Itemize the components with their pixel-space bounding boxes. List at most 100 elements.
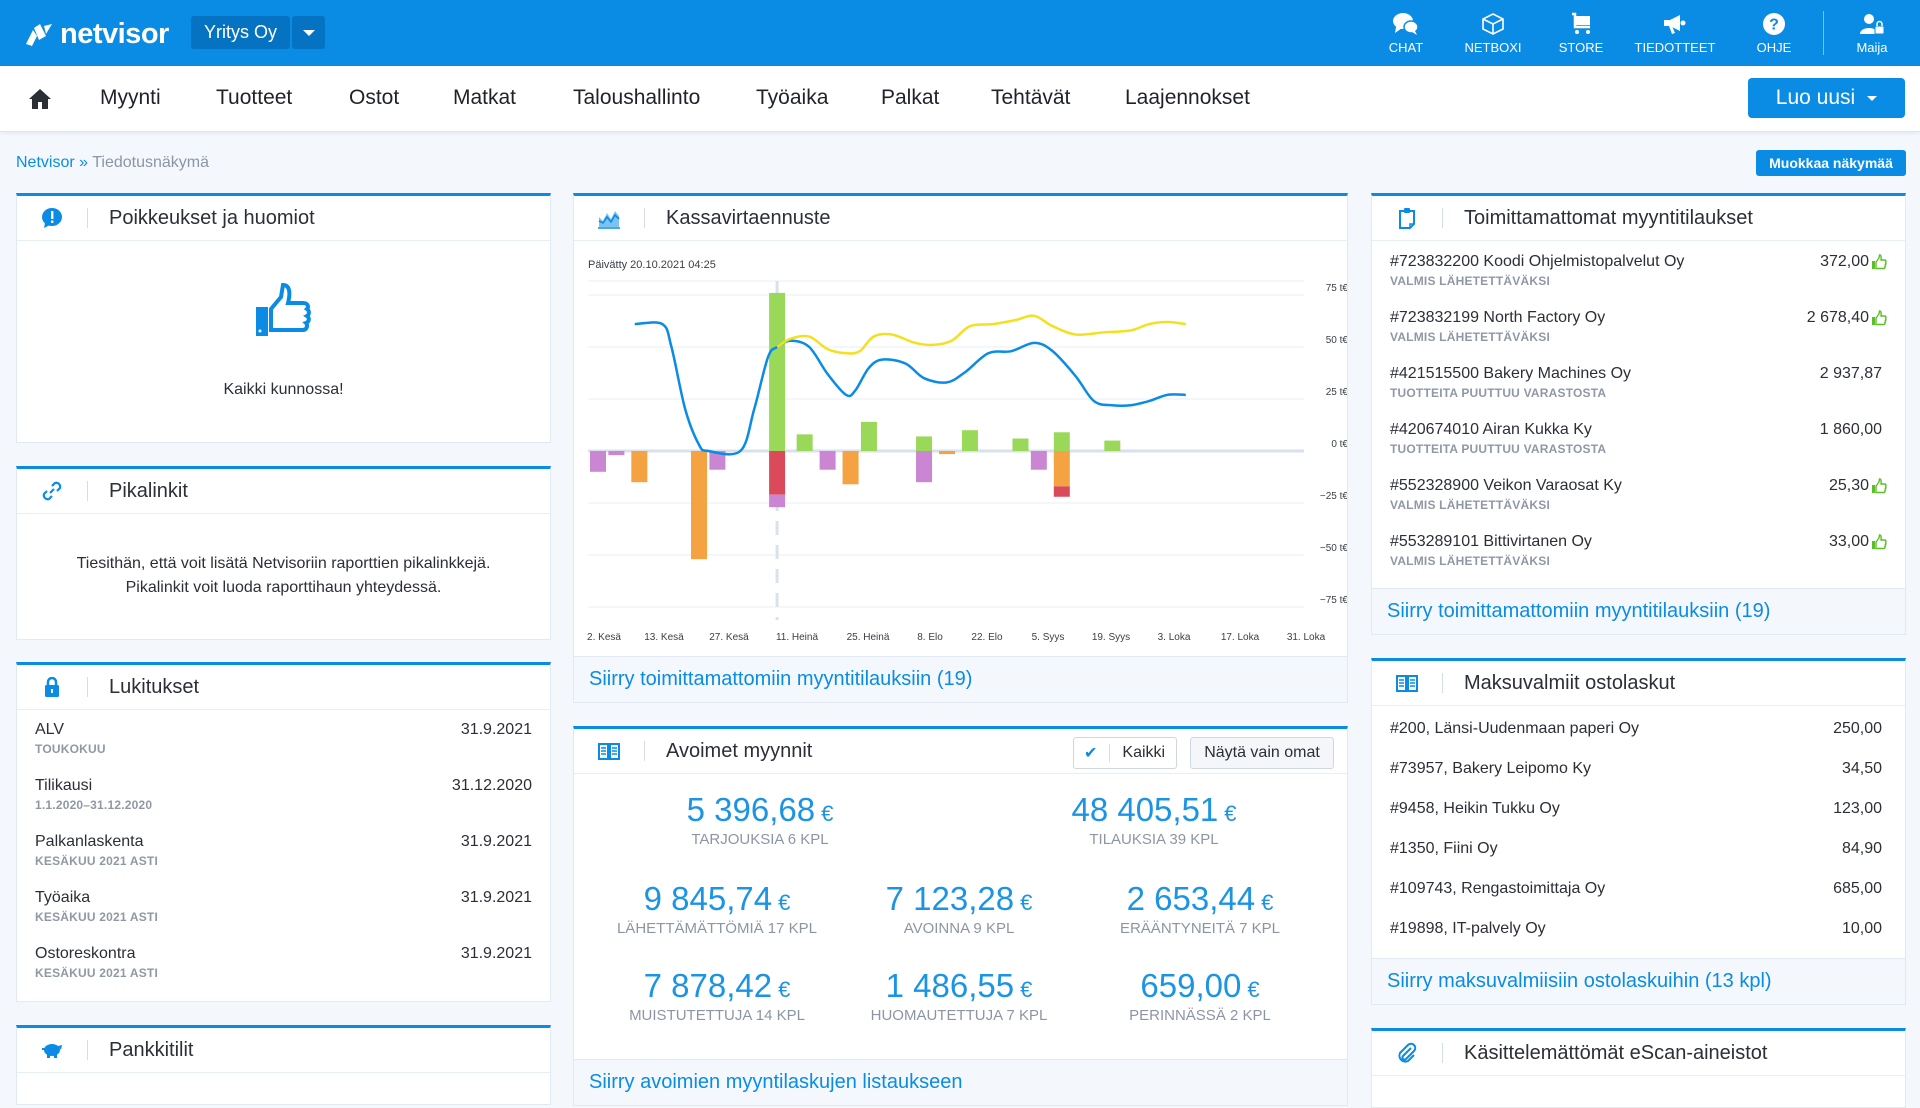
kpi-offers[interactable]: 5 396,68 € TARJOUKSIA 6 KPL [610, 791, 910, 848]
order-row[interactable]: #552328900 Veikon Varaosat Ky VALMIS LÄHE… [1390, 477, 1887, 512]
lock-row[interactable]: ALV TOUKOKUU 31.9.2021 [35, 721, 532, 756]
home-button[interactable] [28, 88, 52, 115]
payable-row[interactable]: #200, Länsi-Uudenmaan paperi Oy 250,00 [1390, 720, 1887, 738]
bar-red[interactable] [769, 451, 786, 495]
kpi-label: ERÄÄNTYNEITÄ 7 KPL [1119, 920, 1281, 937]
nav-tehtavat[interactable]: Tehtävät [991, 86, 1070, 110]
bar-purple[interactable] [608, 451, 625, 456]
payables-link[interactable]: Siirry maksuvalmiisiin ostolaskuihin (13… [1387, 970, 1772, 993]
nav-ostot[interactable]: Ostot [349, 86, 399, 110]
lock-title: Palkanlaskenta [35, 833, 144, 850]
bar-purple[interactable] [769, 494, 786, 508]
create-new-label: Luo uusi [1775, 86, 1856, 109]
company-selector[interactable]: Yritys Oy [191, 16, 291, 49]
x-tick-label: 11. Heinä [776, 632, 819, 643]
help-button[interactable]: ? OHJE [1725, 0, 1823, 66]
x-tick-label: 17. Loka [1221, 632, 1260, 643]
netvisor-logo[interactable]: netvisor [24, 18, 169, 51]
nav-laajennokset[interactable]: Laajennokset [1125, 86, 1250, 110]
store-button[interactable]: STORE [1537, 0, 1625, 66]
breadcrumb-root[interactable]: Netvisor [16, 154, 75, 171]
lock-subtitle: KESÄKUU 2021 ASTI [35, 854, 158, 868]
open-sales-link[interactable]: Siirry avoimien myyntilaskujen listaukse… [589, 1071, 962, 1094]
bar-green[interactable] [1053, 432, 1070, 451]
panel-header: Toimittamattomat myyntitilaukset [1372, 196, 1905, 241]
netboxi-button[interactable]: NETBOXI [1449, 0, 1537, 66]
tiedotteet-button[interactable]: TIEDOTTEET [1625, 0, 1725, 66]
locks-panel: Lukitukset ALV TOUKOKUU 31.9.2021 Tilikaus… [16, 662, 551, 1002]
nav-palkat[interactable]: Palkat [881, 86, 939, 110]
kpi-overdue[interactable]: 2 653,44 € ERÄÄNTYNEITÄ 7 KPL [1050, 880, 1350, 937]
lock-row[interactable]: Työaika KESÄKUU 2021 ASTI 31.9.2021 [35, 889, 532, 924]
nav-matkat[interactable]: Matkat [453, 86, 516, 110]
payable-row[interactable]: #19898, IT-palvely Oy 10,00 [1390, 920, 1887, 938]
order-amount-wrap: 25,30 [1829, 477, 1887, 495]
lock-row[interactable]: Tilikausi 1.1.2020–31.12.2020 31.12.2020 [35, 777, 532, 812]
panel-title: Pikalinkit [109, 479, 188, 502]
bar-green[interactable] [916, 436, 933, 451]
undelivered-link[interactable]: Siirry toimittamattomiin myyntitilauksii… [1387, 600, 1770, 623]
bar-orange[interactable] [842, 451, 859, 485]
lock-row[interactable]: Palkanlaskenta KESÄKUU 2021 ASTI 31.9.2021 [35, 833, 532, 868]
bar-orange[interactable] [1053, 451, 1070, 487]
piggy-bank-icon [42, 1044, 62, 1058]
nav-taloushallinto[interactable]: Taloushallinto [573, 86, 700, 110]
bar-orange[interactable] [939, 451, 955, 455]
bar-green[interactable] [860, 421, 877, 451]
create-new-button[interactable]: Luo uusi [1748, 78, 1905, 118]
panel-title: Kassavirtaennuste [666, 206, 831, 229]
order-row[interactable]: #421515500 Bakery Machines Oy TUOTTEITA P… [1390, 365, 1887, 400]
bar-purple[interactable] [590, 451, 606, 472]
nav-tyoaika[interactable]: Työaika [756, 86, 828, 110]
order-row[interactable]: #420674010 Airan Kukka Ky TUOTTEITA PUUTT… [1390, 421, 1887, 456]
payable-row[interactable]: #1350, Fiini Oy 84,90 [1390, 840, 1887, 858]
bar-orange[interactable] [691, 451, 708, 560]
kpi-value: 5 396,68 [686, 791, 816, 828]
panel-title: Lukitukset [109, 675, 200, 698]
nav-myynti[interactable]: Myynti [100, 86, 161, 110]
bar-green[interactable] [769, 292, 786, 451]
payable-row[interactable]: #109743, Rengastoimittaja Oy 685,00 [1390, 880, 1887, 898]
order-title: #553289101 Bittivirtanen Oy [1390, 533, 1592, 550]
order-row[interactable]: #723832200 Koodi Ohjelmistopalvelut Oy VA… [1390, 253, 1887, 288]
order-amount: 2 937,87 [1819, 365, 1882, 382]
show-own-label: Näytä vain omat [1204, 744, 1320, 761]
chat-button[interactable]: CHAT [1363, 0, 1449, 66]
bar-green[interactable] [796, 434, 813, 451]
panel-title: Poikkeukset ja huomiot [109, 206, 315, 229]
panel-title: Toimittamattomat myyntitilaukset [1464, 206, 1753, 229]
bar-purple[interactable] [1030, 451, 1047, 470]
bar-orange[interactable] [631, 451, 648, 483]
kpi-orders[interactable]: 48 405,51 € TILAUKSIA 39 KPL [1004, 791, 1304, 848]
order-row[interactable]: #723832199 North Factory Oy VALMIS LÄHETE… [1390, 309, 1887, 344]
order-status: TUOTTEITA PUUTTUU VARASTOSTA [1390, 386, 1607, 400]
bar-green[interactable] [1012, 438, 1029, 451]
show-own-only-button[interactable]: Näytä vain omat [1190, 737, 1334, 769]
x-tick-label: 2. Kesä [587, 632, 621, 643]
payable-row[interactable]: #73957, Bakery Leipomo Ky 34,50 [1390, 760, 1887, 778]
user-menu[interactable]: Maija [1824, 0, 1920, 66]
bar-green[interactable] [961, 430, 978, 451]
y-tick-label: 50 t€ [1326, 335, 1347, 346]
escan-panel: Käsittelemättömät eScan-aineistot [1371, 1028, 1906, 1108]
bar-green[interactable] [1104, 440, 1121, 451]
kpi-collection[interactable]: 659,00 € PERINNÄSSÄ 2 KPL [1050, 967, 1350, 1024]
thumbs-up-icon [1872, 310, 1887, 326]
bar-purple[interactable] [819, 451, 836, 470]
payables-panel: Maksuvalmiit ostolaskut #200, Länsi-Uude… [1371, 658, 1906, 1005]
bar-purple[interactable] [916, 451, 933, 483]
lock-row[interactable]: Ostoreskontra KESÄKUU 2021 ASTI 31.9.2021 [35, 945, 532, 980]
store-label: STORE [1558, 39, 1604, 55]
cashflow-link[interactable]: Siirry toimittamattomiin myyntitilauksii… [589, 668, 972, 691]
nav-tuotteet[interactable]: Tuotteet [216, 86, 292, 110]
edit-view-button[interactable]: Muokkaa näkymää [1756, 150, 1906, 176]
company-dropdown-button[interactable] [292, 16, 325, 49]
open-book-icon [598, 743, 620, 760]
lock-date: 31.9.2021 [460, 945, 532, 962]
kpi-value: 7 878,42 [643, 967, 773, 1004]
y-tick-label: 25 t€ [1326, 387, 1347, 398]
order-row[interactable]: #553289101 Bittivirtanen Oy VALMIS LÄHETE… [1390, 533, 1887, 568]
show-all-toggle[interactable]: ✔ Kaikki [1073, 737, 1177, 769]
bar-red[interactable] [1053, 486, 1070, 497]
payable-row[interactable]: #9458, Heikin Tukku Oy 123,00 [1390, 800, 1887, 818]
